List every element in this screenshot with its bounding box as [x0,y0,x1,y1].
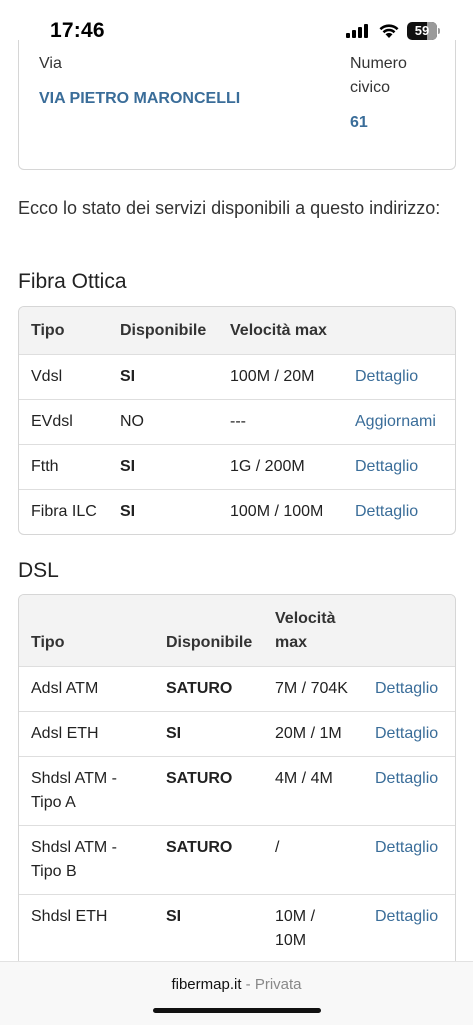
dsl-table: Tipo Disponibile Velocità max Adsl ATM S… [18,594,456,976]
fibra-table: Tipo Disponibile Velocità max Vdsl SI 10… [18,306,456,535]
cell-tipo: EVdsl [31,413,73,430]
address-card: Via VIA PIETRO MARONCELLI Numero civico … [18,40,456,170]
cellular-signal-icon [346,24,368,38]
header-tipo: Tipo [31,322,65,339]
table-row: Fibra ILC SI 100M / 100M Dettaglio [19,489,455,534]
cell-velocita: 1G / 200M [230,458,305,475]
cell-disponibile: SI [166,725,182,742]
fibra-section-title: Fibra Ottica [18,270,127,293]
table-header: Tipo Disponibile Velocità max [19,595,455,666]
civic-number: 61 [350,114,368,131]
cell-tipo-line1: Shdsl ATM - [31,770,117,787]
table-row: Shdsl ATM - Tipo B SATURO / Dettaglio [19,825,455,894]
cell-disponibile: NO [120,413,144,430]
battery-level: 59 [414,23,430,38]
cell-velocita: 100M / 20M [230,368,315,385]
cell-velocita: / [275,839,280,856]
via-label: Via [39,55,62,72]
cell-velocita: 7M / 704K [275,680,348,697]
cell-velocita: --- [230,413,246,430]
wifi-icon [379,24,399,38]
cell-tipo-line1: Shdsl ATM - [31,839,117,856]
cell-tipo: Adsl ETH [31,725,99,742]
url-host: fibermap.it [171,976,242,993]
table-row: Ftth SI 1G / 200M Dettaglio [19,444,455,489]
dsl-section-title: DSL [18,559,59,582]
header-velocita-line2: max [275,634,308,651]
street-name: VIA PIETRO MARONCELLI [39,90,241,107]
cell-disponibile: SATURO [166,839,233,856]
dettaglio-link[interactable]: Dettaglio [355,365,418,389]
header-velocita-line1: Velocità [275,610,336,627]
private-mode-label: Privata [254,976,302,993]
url-separator: - [241,976,255,993]
header-disponibile: Disponibile [120,322,207,339]
cell-velocita-line2: 10M [275,932,307,949]
table-row: EVdsl NO --- Aggiornami [19,399,455,444]
dettaglio-link[interactable]: Dettaglio [375,905,438,929]
cell-velocita: 4M / 4M [275,770,333,787]
table-row: Adsl ATM SATURO 7M / 704K Dettaglio [19,666,455,711]
header-tipo: Tipo [31,634,65,651]
cell-tipo: Fibra ILC [31,503,97,520]
dettaglio-link[interactable]: Dettaglio [375,722,438,746]
battery-icon: 59 [407,22,437,40]
cell-disponibile: SI [120,368,136,385]
aggiornami-link[interactable]: Aggiornami [355,410,436,434]
browser-bottom-bar: fibermap.it - Privata [0,961,473,1025]
cell-disponibile: SI [120,503,136,520]
table-row: Adsl ETH SI 20M / 1M Dettaglio [19,711,455,756]
table-header: Tipo Disponibile Velocità max [19,307,455,354]
address-bar[interactable]: fibermap.it - Privata [0,976,473,993]
cell-tipo: Shdsl ETH [31,908,108,925]
table-row: Vdsl SI 100M / 20M Dettaglio [19,354,455,399]
cell-velocita: 20M / 1M [275,725,342,742]
intro-text: Ecco lo stato dei servizi disponibili a … [18,198,441,218]
header-velocita: Velocità max [230,322,327,339]
table-row: Shdsl ATM - Tipo A SATURO 4M / 4M Dettag… [19,756,455,825]
cell-velocita: 100M / 100M [230,503,324,520]
cell-velocita-line1: 10M / [275,908,316,925]
cell-tipo-line2: Tipo A [31,794,76,811]
cell-disponibile: SATURO [166,680,233,697]
cell-tipo: Adsl ATM [31,680,99,697]
cell-disponibile: SI [166,908,182,925]
cell-tipo-line2: Tipo B [31,863,77,880]
dettaglio-link[interactable]: Dettaglio [355,455,418,479]
dettaglio-link[interactable]: Dettaglio [375,767,438,791]
header-disponibile: Disponibile [166,634,253,651]
battery-tip [438,28,440,34]
cell-disponibile: SI [120,458,136,475]
dettaglio-link[interactable]: Dettaglio [375,677,438,701]
cell-tipo: Ftth [31,458,59,475]
dettaglio-link[interactable]: Dettaglio [375,836,438,860]
home-indicator[interactable] [153,1008,321,1013]
civic-label-line2: civico [350,79,391,96]
cell-disponibile: SATURO [166,770,233,787]
civic-label-line1: Numero [350,55,407,72]
dettaglio-link[interactable]: Dettaglio [355,500,418,524]
cell-tipo: Vdsl [31,368,63,385]
